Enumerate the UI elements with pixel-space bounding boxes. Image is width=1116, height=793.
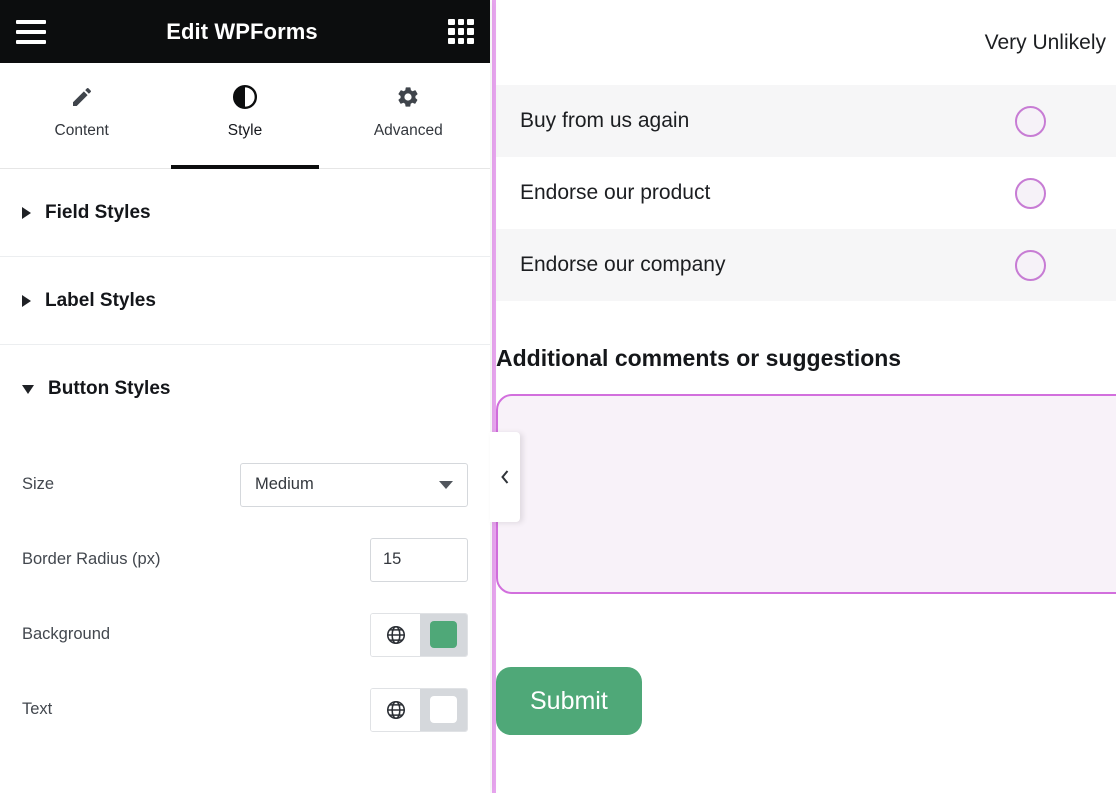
border-radius-label: Border Radius (px) [22,550,161,568]
page-title: Edit WPForms [166,18,318,44]
background-swatch-button[interactable] [420,613,467,656]
size-select[interactable]: Medium [240,462,468,507]
editor-tabs: Content Style Advanced [0,63,490,169]
apps-grid-icon[interactable] [448,18,474,45]
section-button-styles-title: Button Styles [48,378,171,399]
tab-content-label: Content [54,121,109,139]
text-swatch [430,696,457,723]
tab-advanced[interactable]: Advanced [327,63,490,168]
likert-radio[interactable] [1015,177,1046,209]
likert-row-label: Buy from us again [520,109,690,132]
button-styles-body: Size Medium Border Radius (px) 15 Backgr… [0,433,490,747]
tab-advanced-label: Advanced [373,121,443,139]
likert-row: Buy from us again [496,85,1116,157]
text-swatch-button[interactable] [420,688,467,731]
comments-field-label: Additional comments or suggestions [496,345,902,371]
background-swatch [430,621,457,648]
likert-radio[interactable] [1015,249,1046,281]
collapse-panel-handle[interactable] [490,432,520,522]
preview-content: Very Unlikely Buy from us again Endorse … [496,0,1116,793]
wpforms-editor-app: Edit WPForms Content Style Advanced Fiel… [0,0,1116,793]
style-sections: Field Styles Label Styles Button Styles … [0,169,490,793]
submit-button[interactable]: Submit [496,667,642,735]
caret-down-icon [22,384,34,394]
control-row-border-radius: Border Radius (px) 15 [22,522,468,597]
likert-radio[interactable] [1015,105,1046,137]
chevron-left-icon [501,470,509,484]
tab-style-label: Style [227,121,263,139]
caret-right-icon [22,206,31,219]
likert-row-label: Endorse our product [520,181,711,204]
tab-style[interactable]: Style [163,63,326,168]
globe-icon[interactable] [371,613,420,656]
size-label: Size [22,475,55,493]
globe-icon[interactable] [371,688,420,731]
likert-row-label: Endorse our company [520,253,726,276]
caret-right-icon [22,294,31,307]
control-row-size: Size Medium [22,447,468,522]
control-row-text: Text [22,672,468,747]
section-button-styles[interactable]: Button Styles [0,345,490,433]
editor-header: Edit WPForms [0,0,490,63]
section-field-styles[interactable]: Field Styles [0,169,490,257]
chevron-down-icon [439,480,453,489]
pencil-icon [70,84,94,110]
section-label-styles[interactable]: Label Styles [0,257,490,345]
submit-row: Submit [496,594,1116,735]
border-radius-input[interactable]: 15 [370,537,468,582]
border-radius-value: 15 [383,550,402,568]
background-label: Background [22,625,111,643]
likert-row: Endorse our product [496,157,1116,229]
section-field-styles-title: Field Styles [45,201,151,223]
likert-column-header: Very Unlikely [984,30,1106,54]
form-preview: Very Unlikely Buy from us again Endorse … [490,0,1116,793]
likert-header-row: Very Unlikely [496,0,1116,85]
likert-row: Endorse our company [496,229,1116,301]
text-label: Text [22,700,53,718]
gear-icon [396,84,420,110]
tab-content[interactable]: Content [0,63,163,168]
editor-panel: Edit WPForms Content Style Advanced Fiel… [0,0,490,793]
size-select-value: Medium [255,475,314,493]
control-row-background: Background [22,597,468,672]
contrast-icon [232,84,258,110]
comments-textarea[interactable] [496,394,1116,594]
text-color-control [370,687,468,732]
section-label-styles-title: Label Styles [45,289,156,311]
background-color-control [370,612,468,657]
